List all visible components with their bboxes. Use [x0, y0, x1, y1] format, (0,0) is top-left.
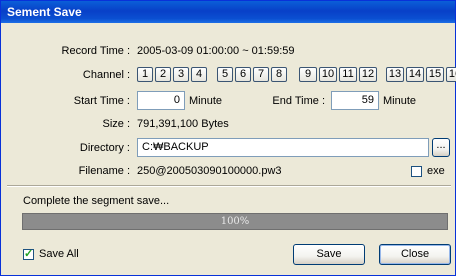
divider: [7, 185, 451, 187]
channel-button-1[interactable]: 1: [137, 67, 153, 82]
end-time-unit: Minute: [383, 95, 417, 107]
filename-value: 250@200503090100000.pw3: [137, 165, 282, 177]
end-time-label: End Time :: [272, 95, 325, 107]
channel-button-9[interactable]: 9: [299, 67, 317, 82]
end-time-input[interactable]: 59: [331, 91, 379, 110]
size-label: Size :: [102, 118, 130, 130]
channel-button-5[interactable]: 5: [217, 67, 233, 82]
progress-text: 100%: [220, 216, 250, 227]
channel-button-15[interactable]: 15: [426, 67, 444, 82]
directory-label: Directory :: [79, 142, 130, 154]
channel-button-11[interactable]: 11: [339, 67, 357, 82]
channel-button-10[interactable]: 10: [319, 67, 337, 82]
channel-button-3[interactable]: 3: [173, 67, 189, 82]
start-time-label: Start Time :: [73, 95, 130, 107]
channel-button-14[interactable]: 14: [406, 67, 424, 82]
checkmark-icon: ✓: [24, 248, 34, 260]
channel-button-16[interactable]: 16: [446, 67, 456, 82]
progress-bar: 100%: [22, 213, 448, 230]
channel-label: Channel :: [82, 69, 130, 81]
channel-button-12[interactable]: 12: [359, 67, 377, 82]
channel-button-13[interactable]: 13: [386, 67, 404, 82]
close-button[interactable]: Close: [379, 244, 451, 265]
exe-checkbox[interactable]: [411, 166, 422, 177]
segment-save-dialog: Sement Save Record Time : 2005-03-09 01:…: [0, 0, 456, 276]
status-message: Complete the segment save...: [23, 195, 170, 207]
record-time-label: Record Time :: [61, 45, 130, 57]
save-button[interactable]: Save: [293, 244, 365, 265]
channel-button-2[interactable]: 2: [155, 67, 171, 82]
browse-button[interactable]: ...: [432, 138, 450, 157]
save-all-label: Save All: [39, 248, 79, 260]
channel-button-4[interactable]: 4: [191, 67, 207, 82]
channel-button-7[interactable]: 7: [253, 67, 269, 82]
directory-input[interactable]: C:₩BACKUP: [137, 138, 429, 157]
size-value: 791,391,100 Bytes: [137, 118, 229, 130]
save-all-checkbox[interactable]: ✓: [23, 248, 34, 260]
start-time-unit: Minute: [189, 95, 223, 107]
exe-label: exe: [427, 165, 445, 177]
filename-label: Filename :: [78, 165, 130, 177]
start-time-input[interactable]: 0: [137, 91, 185, 110]
channel-button-8[interactable]: 8: [271, 67, 287, 82]
channel-button-6[interactable]: 6: [235, 67, 251, 82]
record-time-value: 2005-03-09 01:00:00 ~ 01:59:59: [137, 45, 295, 57]
title-bar[interactable]: Sement Save: [1, 1, 455, 23]
